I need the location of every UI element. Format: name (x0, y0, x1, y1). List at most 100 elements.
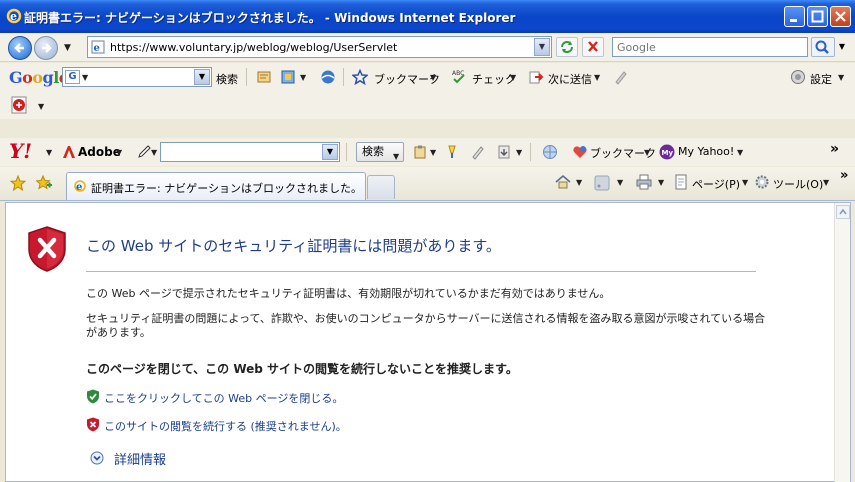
send-to-button[interactable]: 次に送信 (548, 71, 592, 87)
continue-link-label: このサイトの閲覧を続行する (推奨されません)。 (104, 420, 347, 433)
chevron-down-icon[interactable]: ▼ (644, 148, 650, 157)
chevron-down-icon[interactable]: ▼ (594, 73, 600, 82)
settings-icon[interactable] (790, 69, 806, 85)
adobe-button[interactable]: Adobe (78, 145, 121, 159)
more-information-label: 詳細情報 (114, 453, 167, 468)
google-search-field[interactable]: G ▼ ▼ (62, 67, 212, 87)
highlight-icon[interactable] (444, 144, 460, 160)
chevron-down-icon[interactable]: ▼ (576, 178, 582, 187)
google-search-dropdown-icon[interactable]: ▼ (194, 69, 210, 85)
highlighter-icon[interactable] (612, 69, 628, 85)
minimize-button[interactable] (784, 6, 805, 27)
chevron-down-icon[interactable]: ▼ (46, 148, 52, 157)
chevron-down-icon[interactable]: ▼ (510, 73, 516, 82)
star-icon[interactable] (352, 69, 368, 85)
favorites-star-icon[interactable] (10, 175, 26, 191)
search-icon (815, 40, 829, 54)
arrow-right-icon (42, 43, 52, 53)
chevron-down-icon[interactable]: ▼ (430, 73, 436, 82)
chevron-down-icon[interactable]: ▼ (823, 178, 829, 187)
vertical-scrollbar[interactable] (834, 203, 850, 482)
red-shield-x-icon (87, 417, 99, 432)
chevron-down-icon[interactable]: ▼ (430, 148, 436, 157)
page-menu-button[interactable]: ページ(P) (692, 176, 740, 192)
arrow-left-icon (14, 43, 24, 53)
history-dropdown-icon[interactable]: ▼ (64, 43, 71, 53)
chevron-down-icon[interactable]: ▼ (658, 178, 664, 187)
chevron-down-icon[interactable]: ▼ (516, 148, 522, 157)
tab-certificate-error[interactable]: e 証明書エラー: ナビゲーションはブロックされました。 (66, 172, 366, 200)
search-input[interactable] (617, 40, 802, 54)
search-options-dropdown-icon[interactable]: ▼ (836, 37, 848, 57)
address-dropdown-icon[interactable]: ▼ (534, 38, 550, 56)
news-icon[interactable] (256, 69, 272, 85)
print-icon[interactable] (636, 174, 652, 190)
bookmark-heart-icon[interactable] (572, 144, 588, 160)
my-yahoo-button[interactable]: My Yahoo! (678, 145, 734, 158)
globe-icon[interactable] (320, 69, 336, 85)
ie-logo-icon: e (6, 8, 22, 24)
error-shield-icon (28, 226, 66, 272)
search-box[interactable] (612, 37, 808, 57)
svg-text:e: e (94, 43, 100, 54)
clipboard-icon[interactable] (412, 144, 428, 160)
tools-menu-button[interactable]: ツール(O) (773, 176, 823, 192)
svg-text:e: e (10, 10, 17, 23)
maximize-icon (811, 10, 824, 23)
yahoo-search-button[interactable]: 検索 ▼ (356, 142, 404, 162)
new-tab-button[interactable] (367, 175, 395, 199)
yahoo-toolbar-more-button[interactable]: » (830, 141, 839, 157)
url-input[interactable] (110, 39, 530, 55)
maximize-button[interactable] (807, 6, 828, 27)
stop-button[interactable] (582, 37, 604, 57)
tools-gear-icon (755, 175, 769, 189)
window-title: 証明書エラー: ナビゲーションはブロックされました。 - Windows Int… (24, 11, 516, 25)
home-icon[interactable] (555, 174, 571, 190)
adobe-logo-icon (63, 146, 75, 158)
tab-bar: e 証明書エラー: ナビゲーションはブロックされました。 ▼ ▼ ▼ ページ(P… (0, 167, 855, 201)
chevron-down-icon[interactable]: ▼ (300, 73, 306, 82)
spell-check-icon[interactable]: ABC (451, 69, 467, 85)
back-button[interactable] (8, 36, 32, 60)
download-icon[interactable] (496, 144, 512, 160)
google-g-icon[interactable]: G (65, 70, 80, 84)
yahoo-logo[interactable]: Y! (9, 139, 32, 163)
chevron-down-icon[interactable]: ▼ (151, 148, 157, 157)
popup-blocker-icon[interactable] (280, 69, 296, 85)
page-content: この Web サイトのセキュリティ証明書には問題があります。 この Web ペー… (5, 202, 851, 482)
chevron-down-icon[interactable]: ▼ (742, 178, 748, 187)
close-window-button[interactable] (830, 6, 851, 27)
command-bar-more-button[interactable]: » (840, 168, 848, 183)
send-to-icon[interactable] (528, 69, 544, 85)
close-icon (835, 11, 846, 22)
chevron-up-icon (839, 208, 847, 215)
chevron-down-icon[interactable]: ▼ (838, 73, 844, 82)
yahoo-search-label: 検索 (362, 145, 384, 158)
chevron-down-icon: ▼ (393, 152, 400, 161)
pen-icon[interactable] (470, 144, 486, 160)
refresh-button[interactable] (556, 37, 578, 57)
expand-circle-icon (90, 451, 104, 465)
yahoo-search-dropdown-icon[interactable]: ▼ (322, 144, 338, 160)
search-button[interactable] (811, 37, 835, 57)
adobe-pdf-icon[interactable] (10, 95, 30, 115)
yahoo-search-field[interactable]: ▼ (160, 142, 340, 162)
toolbar-separator (346, 143, 347, 161)
rss-feed-icon[interactable] (594, 175, 610, 191)
globe-icon[interactable] (542, 144, 558, 160)
chevron-down-icon[interactable]: ▼ (38, 102, 44, 111)
chevron-down-icon[interactable]: ▼ (617, 178, 623, 187)
google-settings-button[interactable]: 設定 (810, 71, 832, 87)
chevron-down-icon[interactable]: ▼ (116, 148, 122, 157)
forward-button[interactable] (34, 36, 58, 60)
svg-text:My: My (662, 149, 674, 157)
add-favorite-icon[interactable] (36, 175, 52, 191)
error-title: この Web サイトのセキュリティ証明書には問題があります。 (86, 237, 501, 255)
address-field[interactable]: e ▼ (87, 36, 552, 58)
address-bar-row: ▼ e ▼ ▼ (0, 33, 855, 62)
google-search-button[interactable]: 検索 (216, 71, 238, 87)
google-toolbar: Google G ▼ ▼ 検索 ▼ ブックマーク ▼ ABC チェック ▼ 次に… (0, 63, 855, 119)
pencil-icon[interactable] (136, 144, 152, 160)
chevron-down-icon[interactable]: ▼ (737, 148, 743, 157)
scroll-up-button[interactable] (836, 205, 850, 219)
